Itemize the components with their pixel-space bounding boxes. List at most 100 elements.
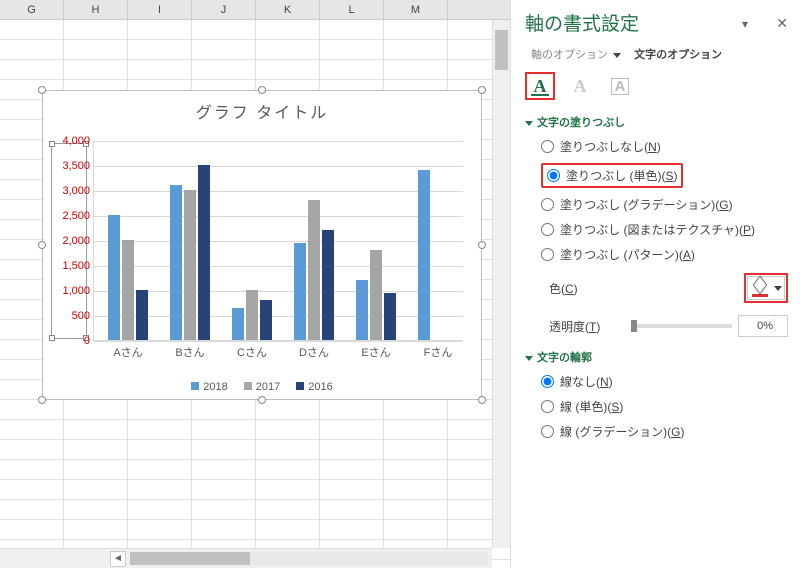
- plot-area[interactable]: 05001,0001,5002,0002,5003,0003,5004,000A…: [93, 141, 463, 341]
- textbox-icon: A: [611, 78, 630, 95]
- expand-icon: [525, 121, 533, 126]
- slider-knob[interactable]: [631, 320, 637, 332]
- y-axis-tick: 4,000: [62, 135, 94, 147]
- close-icon[interactable]: ✕: [776, 15, 788, 32]
- color-picker-button[interactable]: [747, 276, 785, 300]
- bar[interactable]: [170, 185, 182, 340]
- bar[interactable]: [260, 300, 272, 340]
- chevron-down-icon: [613, 53, 621, 58]
- resize-handle[interactable]: [478, 396, 486, 404]
- vertical-scrollbar[interactable]: [492, 20, 510, 548]
- radio-input[interactable]: [541, 425, 554, 438]
- radio-fill-pattern[interactable]: 塗りつぶし (パターン)(A): [525, 242, 788, 267]
- expand-icon: [525, 356, 533, 361]
- col-header[interactable]: L: [320, 0, 384, 19]
- bar[interactable]: [136, 290, 148, 340]
- bar[interactable]: [356, 280, 368, 340]
- col-header[interactable]: K: [256, 0, 320, 19]
- section-text-fill[interactable]: 文字の塗りつぶし: [525, 108, 788, 134]
- chart-object[interactable]: グラフ タイトル 05001,0001,5002,0002,5003,0003,…: [42, 90, 482, 400]
- chart-title[interactable]: グラフ タイトル: [43, 91, 481, 131]
- worksheet-area: G H I J K L M グラフ タイトル 05001,0001,5002,0…: [0, 0, 510, 568]
- radio-input[interactable]: [541, 400, 554, 413]
- text-fill-outline-button[interactable]: A: [525, 72, 555, 100]
- pane-title-text: 軸の書式設定: [525, 14, 639, 35]
- bar[interactable]: [322, 230, 334, 340]
- resize-handle[interactable]: [38, 241, 46, 249]
- x-axis-tick: Eさん: [348, 340, 404, 360]
- x-axis-tick: Dさん: [286, 340, 342, 360]
- tab-text-options[interactable]: 文字のオプション: [634, 49, 722, 61]
- highlight-box: 塗りつぶし (単色)(S): [541, 163, 683, 188]
- resize-handle[interactable]: [478, 241, 486, 249]
- col-header[interactable]: J: [192, 0, 256, 19]
- transparency-value[interactable]: 0%: [738, 315, 788, 337]
- resize-handle[interactable]: [258, 86, 266, 94]
- pane-menu-button[interactable]: ▾: [742, 17, 748, 31]
- text-effects-button[interactable]: A: [565, 72, 595, 100]
- radio-input[interactable]: [547, 169, 560, 182]
- bar[interactable]: [384, 293, 396, 341]
- color-property-row: 色(C): [525, 267, 788, 309]
- y-axis-tick: 500: [72, 310, 94, 322]
- axis-handle[interactable]: [49, 335, 55, 341]
- resize-handle[interactable]: [38, 86, 46, 94]
- scroll-left-button[interactable]: ◄: [110, 551, 126, 567]
- bar[interactable]: [184, 190, 196, 340]
- pane-subtabs: 軸のオプション 文字のオプション: [525, 46, 788, 68]
- bar[interactable]: [198, 165, 210, 340]
- transparency-slider[interactable]: [631, 324, 732, 328]
- legend-item[interactable]: 2016: [296, 381, 332, 393]
- bar[interactable]: [370, 250, 382, 340]
- radio-fill-solid[interactable]: 塗りつぶし (単色)(S): [525, 159, 788, 192]
- radio-fill-gradient[interactable]: 塗りつぶし (グラデーション)(G): [525, 192, 788, 217]
- radio-fill-none[interactable]: 塗りつぶしなし(N): [525, 134, 788, 159]
- bar[interactable]: [108, 215, 120, 340]
- x-axis-tick: Aさん: [100, 340, 156, 360]
- transparency-label: 透明度(T): [549, 318, 625, 335]
- chevron-down-icon: [774, 286, 782, 291]
- resize-handle[interactable]: [478, 86, 486, 94]
- text-fill-icon: A: [534, 76, 547, 97]
- y-axis-tick: 2,000: [62, 235, 94, 247]
- color-label: 色(C): [549, 280, 625, 297]
- horizontal-scrollbar[interactable]: ◄: [0, 548, 492, 568]
- radio-line-none[interactable]: 線なし(N): [525, 369, 788, 394]
- format-axis-pane: 軸の書式設定 ▾ ✕ 軸のオプション 文字のオプション A A A 文字の塗りつ…: [510, 0, 800, 568]
- column-headers: G H I J K L M: [0, 0, 510, 20]
- resize-handle[interactable]: [38, 396, 46, 404]
- col-header[interactable]: G: [0, 0, 64, 19]
- scrollbar-thumb[interactable]: [130, 552, 250, 565]
- bar[interactable]: [308, 200, 320, 340]
- tab-axis-options[interactable]: 軸のオプション: [531, 49, 621, 61]
- axis-handle[interactable]: [49, 141, 55, 147]
- y-axis-tick: 1,000: [62, 285, 94, 297]
- bar[interactable]: [122, 240, 134, 340]
- radio-line-gradient[interactable]: 線 (グラデーション)(G): [525, 419, 788, 444]
- resize-handle[interactable]: [258, 396, 266, 404]
- radio-input[interactable]: [541, 198, 554, 211]
- transparency-property-row: 透明度(T) 0%: [525, 309, 788, 343]
- bar[interactable]: [246, 290, 258, 340]
- scrollbar-track[interactable]: [130, 552, 488, 565]
- bar[interactable]: [294, 243, 306, 341]
- col-header[interactable]: M: [384, 0, 448, 19]
- col-header[interactable]: I: [128, 0, 192, 19]
- radio-fill-texture[interactable]: 塗りつぶし (図またはテクスチャ)(P): [525, 217, 788, 242]
- bar[interactable]: [232, 308, 244, 341]
- chart-legend[interactable]: 2018 2017 2016: [43, 381, 481, 393]
- textbox-button[interactable]: A: [605, 72, 635, 100]
- radio-input[interactable]: [541, 140, 554, 153]
- radio-input[interactable]: [541, 223, 554, 236]
- section-text-outline[interactable]: 文字の輪郭: [525, 343, 788, 369]
- col-header[interactable]: H: [64, 0, 128, 19]
- radio-input[interactable]: [541, 248, 554, 261]
- radio-input[interactable]: [541, 375, 554, 388]
- legend-item[interactable]: 2017: [244, 381, 280, 393]
- bar[interactable]: [418, 170, 430, 340]
- legend-item[interactable]: 2018: [191, 381, 227, 393]
- scrollbar-thumb[interactable]: [495, 30, 508, 70]
- y-axis-tick: 3,000: [62, 185, 94, 197]
- paint-bucket-icon: [750, 279, 770, 297]
- radio-line-solid[interactable]: 線 (単色)(S): [525, 394, 788, 419]
